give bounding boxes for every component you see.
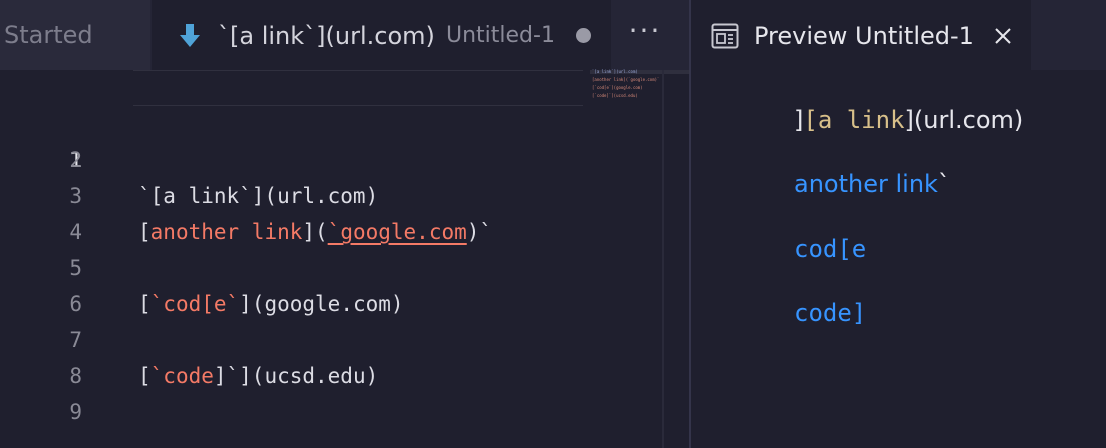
markdown-arrow-icon [180, 24, 200, 47]
preview-icon [711, 23, 739, 49]
editor-line-8[interactable]: 8 [0, 322, 689, 388]
minimap-line: [`code]`](ucsd.edu) [592, 93, 638, 98]
editor-line-1[interactable]: 1 `[a link`](url.com) [0, 70, 689, 208]
minimap-line: [`cod[e`](google.com) [592, 85, 643, 90]
preview-link-another-link[interactable]: another link [794, 170, 938, 198]
preview-inline-code: [a link [803, 106, 905, 134]
preview-tab-title: Preview Untitled-1 [754, 22, 974, 50]
current-line-highlight [133, 70, 583, 106]
editor-line-3[interactable]: 3 [another link](`google.com)` [0, 142, 689, 244]
editor-line-6[interactable]: 6 [0, 250, 689, 316]
markdown-preview: ][a link](url.com) another link` cod[e c… [691, 70, 1106, 448]
preview-paragraph-3: cod[e [794, 233, 866, 265]
close-icon[interactable] [991, 24, 1015, 48]
preview-paragraph-4: code] [794, 297, 866, 329]
editor-line-2[interactable]: 2 [0, 106, 689, 172]
tab-untitled-1[interactable]: `[a link`](url.com) Untitled-1 [152, 0, 611, 70]
preview-text: ] [794, 106, 804, 134]
editor-line-9[interactable]: 9 [0, 358, 689, 424]
preview-paragraph-1: ][a link](url.com) [794, 104, 1023, 136]
line-number: 9 [69, 400, 82, 424]
editor-line-4[interactable]: 4 [0, 178, 689, 244]
minimap[interactable]: `[a link`](url.com) [another link](`goog… [590, 70, 668, 110]
preview-paragraph-2: another link` [794, 168, 950, 200]
editor-line-5[interactable]: 5 [`cod[e`](google.com) [0, 214, 689, 316]
unsaved-dot-icon[interactable] [576, 28, 591, 43]
tab-preview-untitled-1[interactable]: Preview Untitled-1 [691, 0, 1031, 70]
code-editor[interactable]: 1 `[a link`](url.com) 2 3 [another link]… [0, 70, 690, 448]
tab-description: Untitled-1 [446, 23, 555, 48]
vertical-scrollbar[interactable] [662, 70, 664, 448]
tab-title: `[a link`](url.com) [218, 22, 435, 50]
editor-tab-bar: Started `[a link`](url.com) Untitled-1 ·… [0, 0, 691, 70]
vscode-window: Started `[a link`](url.com) Untitled-1 ·… [0, 0, 1106, 448]
tab-getting-started-label: Started [4, 21, 93, 49]
editor-line-7[interactable]: 7 [`code]`](ucsd.edu) [0, 286, 689, 388]
preview-text: ](url.com) [904, 106, 1024, 134]
preview-tab-bar: Preview Untitled-1 [691, 0, 1106, 70]
more-actions-button[interactable]: ··· [614, 0, 676, 70]
minimap-line: [another link](`google.com)` [592, 77, 660, 82]
preview-link-code[interactable]: cod[e [794, 235, 866, 263]
preview-link-code[interactable]: code] [794, 299, 866, 327]
tab-getting-started[interactable]: Started [0, 0, 150, 70]
preview-text: ` [937, 170, 950, 198]
minimap-line: `[a link`](url.com) [592, 69, 638, 74]
